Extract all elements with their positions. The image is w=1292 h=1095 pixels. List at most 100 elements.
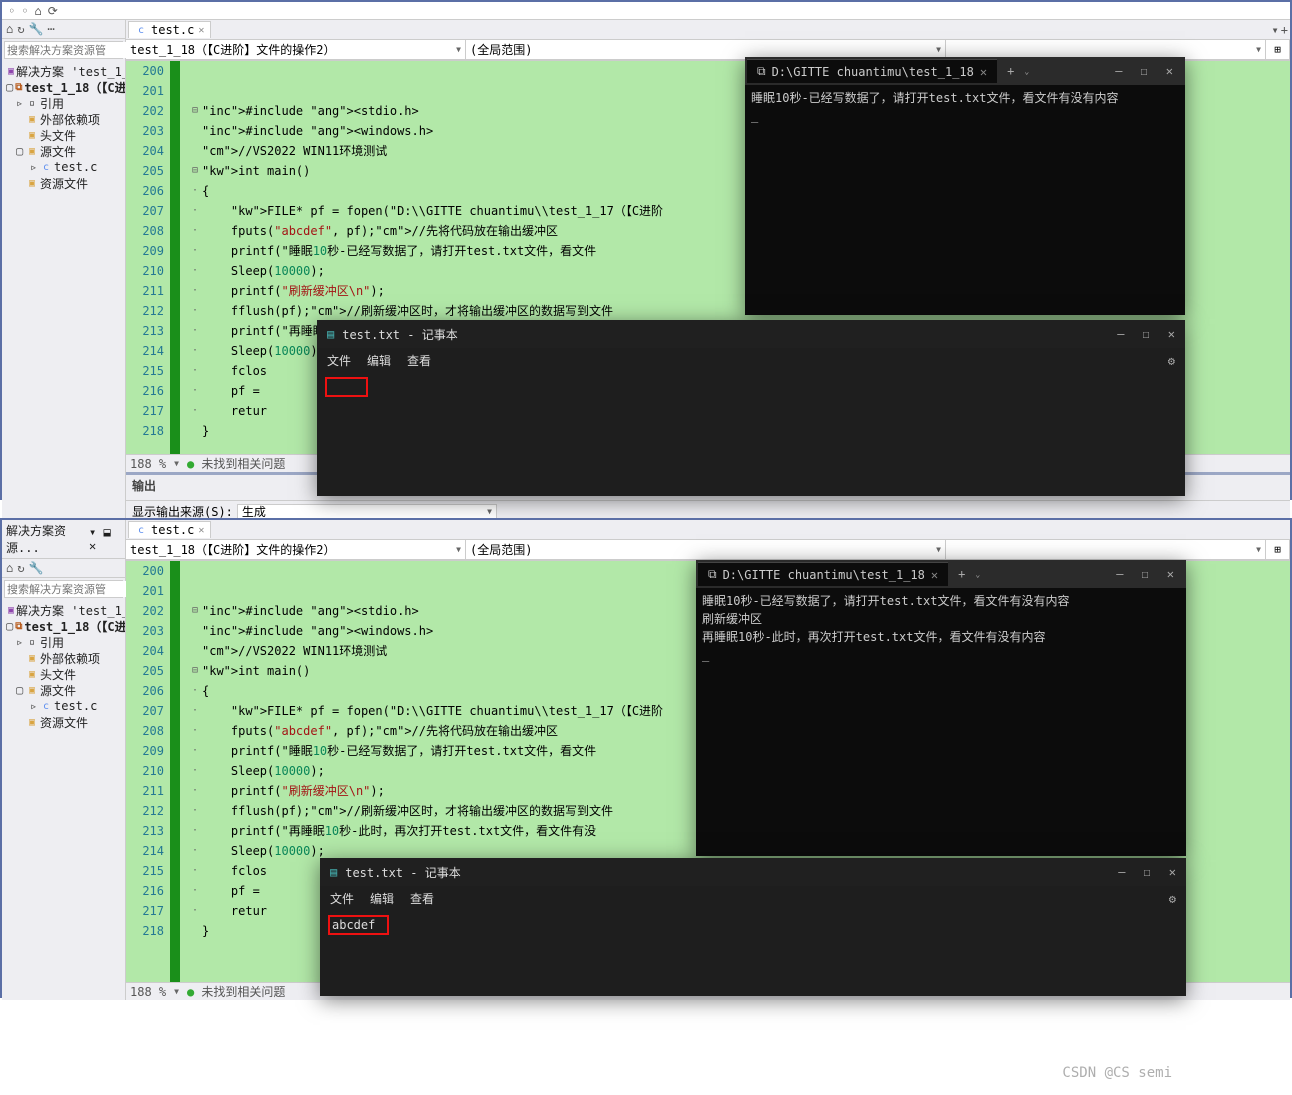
line-numbers: 2002012022032042052062072082092102112122… [126, 561, 170, 982]
maximize-icon[interactable]: ☐ [1142, 567, 1149, 581]
tab-overflow-icon[interactable]: ▾ [1272, 23, 1279, 37]
solution-icon: ▣ [8, 605, 14, 616]
new-tab-icon[interactable]: + [997, 64, 1024, 78]
chevron-right-icon[interactable]: ▹ [16, 96, 24, 110]
global-scope-combo[interactable]: (全局范围)▼ [466, 540, 946, 560]
c-file-icon: c [135, 525, 147, 536]
issues-status[interactable]: 未找到相关问题 [187, 455, 285, 472]
close-icon[interactable]: ✕ [1168, 327, 1175, 341]
console-title: D:\GITTE chuantimu\test_1_18 [772, 65, 974, 79]
tab-test-c[interactable]: c test.c ✕ [128, 521, 211, 538]
chevron-right-icon[interactable]: ▹ [30, 160, 38, 174]
close-icon[interactable]: ✕ [1167, 567, 1174, 581]
scope-combo[interactable]: test_1_18（【C进阶】文件的操作2）▼ [126, 540, 466, 560]
highlighted-content: abcdef [328, 915, 389, 935]
zoom-level[interactable]: 188 % [130, 457, 166, 471]
wrench-icon[interactable]: 🔧 [28, 22, 43, 36]
menu-file[interactable]: 文件 [330, 890, 354, 907]
search-solution[interactable]: ▼ [4, 41, 123, 59]
close-icon[interactable]: ✕ [1169, 865, 1176, 879]
search-solution[interactable]: ▼ [4, 580, 123, 598]
res-node[interactable]: 资源文件 [40, 175, 88, 192]
split-icon[interactable]: ⊞ [1266, 540, 1290, 560]
zoom-dropdown-icon[interactable]: ▼ [174, 459, 179, 468]
gear-icon[interactable]: ⚙ [1168, 354, 1175, 368]
maximize-icon[interactable]: ☐ [1141, 64, 1148, 78]
home-icon[interactable]: ⌂ [6, 22, 13, 36]
pin-icon[interactable]: ▾ ⬓ ✕ [89, 525, 121, 553]
fold-column[interactable]: ⊟⊟············ [188, 61, 202, 454]
menu-file[interactable]: 文件 [327, 352, 351, 369]
menu-edit[interactable]: 编辑 [367, 352, 391, 369]
close-icon[interactable]: ✕ [198, 25, 204, 36]
chevron-down-icon[interactable]: ▢ [16, 144, 24, 158]
scope-combo[interactable]: test_1_18（【C进阶】文件的操作2）▼ [126, 40, 466, 60]
console-body[interactable]: 睡眠10秒-已经写数据了，请打开test.txt文件，看文件有没有内容_ [745, 85, 1185, 129]
chevron-down-icon[interactable]: ▢ [6, 80, 13, 94]
console-titlebar[interactable]: ⧉ D:\GITTE chuantimu\test_1_18 ✕ + ⌄ — ☐… [696, 560, 1186, 588]
explorer-title: 解决方案资源... ▾ ⬓ ✕ [2, 520, 125, 559]
member-combo[interactable]: ▼ [946, 540, 1266, 560]
chevron-down-icon[interactable]: ⌄ [1024, 67, 1029, 76]
notepad-titlebar[interactable]: ▤ test.txt - 记事本 — ☐ ✕ [320, 858, 1186, 886]
new-tab-icon[interactable]: + [948, 567, 975, 581]
solution-tree[interactable]: ▣解决方案 'test_1_18 ▢⧉test_1_18（【C进 ▹▫引用 ▣外… [2, 600, 125, 1000]
wrench-icon[interactable]: 🔧 [28, 561, 43, 575]
console-window[interactable]: ⧉ D:\GITTE chuantimu\test_1_18 ✕ + ⌄ — ☐… [696, 560, 1186, 856]
menu-view[interactable]: 查看 [410, 890, 434, 907]
close-icon[interactable]: ✕ [931, 568, 938, 582]
maximize-icon[interactable]: ☐ [1143, 327, 1150, 341]
minimize-icon[interactable]: — [1116, 567, 1123, 581]
issues-status[interactable]: 未找到相关问题 [187, 983, 285, 1000]
tab-add-icon[interactable]: + [1281, 23, 1288, 37]
close-icon[interactable]: ✕ [1166, 64, 1173, 78]
editor-tabs: c test.c ✕ ▾ + [126, 20, 1290, 40]
home-icon[interactable]: ⌂ [6, 561, 13, 575]
source-file-node[interactable]: test.c [54, 160, 97, 174]
gear-icon[interactable]: ⚙ [1169, 892, 1176, 906]
maximize-icon[interactable]: ☐ [1144, 865, 1151, 879]
console-window[interactable]: ⧉ D:\GITTE chuantimu\test_1_18 ✕ + ⌄ — ☐… [745, 57, 1185, 315]
sync-icon[interactable]: ⟳ [48, 4, 58, 18]
menu-edit[interactable]: 编辑 [370, 890, 394, 907]
refresh-icon[interactable]: ↻ [17, 22, 24, 36]
zoom-level[interactable]: 188 % [130, 985, 166, 999]
notepad-titlebar[interactable]: ▤ test.txt - 记事本 — ☐ ✕ [317, 320, 1185, 348]
home-icon[interactable]: ⌂ [34, 4, 41, 18]
project-node[interactable]: test_1_18（【C进 [24, 79, 125, 96]
chevron-down-icon[interactable]: ⌄ [975, 570, 980, 579]
minimize-icon[interactable]: — [1118, 865, 1125, 879]
close-icon[interactable]: ✕ [980, 65, 987, 79]
minimize-icon[interactable]: — [1117, 327, 1124, 341]
fold-column[interactable]: ⊟⊟············ [188, 561, 202, 982]
notepad-window[interactable]: ▤ test.txt - 记事本 — ☐ ✕ 文件 编辑 查看 ⚙ [317, 320, 1185, 496]
nav-fwd-icon[interactable]: ◦ [21, 4, 28, 18]
refresh-icon[interactable]: ↻ [17, 561, 24, 575]
zoom-dropdown-icon[interactable]: ▼ [174, 987, 179, 996]
notepad-body[interactable] [317, 373, 1185, 473]
headers-node[interactable]: 头文件 [40, 127, 76, 144]
tab-test-c[interactable]: c test.c ✕ [128, 21, 211, 38]
nav-back-icon[interactable]: ◦ [8, 4, 15, 18]
explorer-toolbar: ⌂ ↻ 🔧 ⋯ [2, 20, 125, 39]
folder-icon: ▣ [26, 130, 38, 141]
close-icon[interactable]: ✕ [198, 525, 204, 536]
notepad-body[interactable]: abcdef [320, 911, 1186, 1011]
ext-node[interactable]: 外部依赖项 [40, 111, 100, 128]
notepad-window[interactable]: ▤ test.txt - 记事本 — ☐ ✕ 文件 编辑 查看 ⚙ abcdef [320, 858, 1186, 996]
minimize-icon[interactable]: — [1115, 64, 1122, 78]
split-icon[interactable]: ⊞ [1266, 40, 1290, 60]
folder-icon: ▣ [26, 178, 38, 189]
refs-node[interactable]: 引用 [40, 95, 64, 112]
vs-top-toolbar: ◦ ◦ ⌂ ⟳ [2, 2, 1290, 20]
sources-node[interactable]: 源文件 [40, 143, 76, 160]
console-body[interactable]: 睡眠10秒-已经写数据了，请打开test.txt文件，看文件有没有内容刷新缓冲区… [696, 588, 1186, 668]
console-tab[interactable]: ⧉ D:\GITTE chuantimu\test_1_18 ✕ [698, 562, 948, 586]
highlighted-content [325, 377, 368, 397]
solution-tree[interactable]: ▣解决方案 'test_1_18 ▢⧉test_1_18（【C进 ▹▫引用 ▣外… [2, 61, 125, 520]
console-titlebar[interactable]: ⧉ D:\GITTE chuantimu\test_1_18 ✕ + ⌄ — ☐… [745, 57, 1185, 85]
solution-node[interactable]: 解决方案 'test_1_18 [16, 63, 125, 80]
console-tab[interactable]: ⧉ D:\GITTE chuantimu\test_1_18 ✕ [747, 59, 997, 83]
menu-view[interactable]: 查看 [407, 352, 431, 369]
more-icon[interactable]: ⋯ [47, 22, 54, 36]
